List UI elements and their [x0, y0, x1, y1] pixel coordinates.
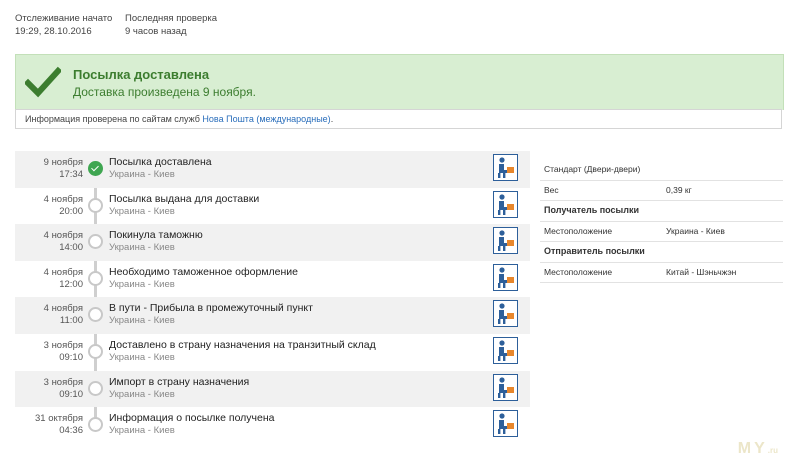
event-date: 4 ноября [43, 193, 83, 205]
event-location: Украина - Киев [109, 351, 175, 363]
details-key: Местоположение [544, 266, 613, 277]
courier-service-icon[interactable] [493, 190, 518, 218]
details-key: Отправитель посылки [544, 246, 645, 256]
event-status: Покинула таможню [109, 229, 203, 242]
timeline-event: 4 ноября 14:00 Покинула таможню Украина - К… [15, 224, 530, 261]
event-time: 09:10 [59, 351, 83, 363]
verification-suffix: . [330, 114, 334, 124]
event-datetime: 3 ноября 09:10 [44, 340, 83, 364]
event-time: 17:34 [59, 169, 83, 180]
details-section-heading: Получатель посылки [540, 201, 783, 222]
event-location: Украина - Киев [109, 425, 175, 437]
event-location: Украина - Киев [109, 315, 175, 327]
event-datetime: 4 ноября 12:00 [44, 267, 83, 291]
event-date: 9 ноября [43, 157, 83, 168]
timeline-dot-icon [88, 307, 103, 323]
timeline-event: 3 ноября 09:10 Импорт в страну назначения У… [15, 370, 530, 408]
details-key: Стандарт (Двери-двери) [544, 164, 641, 174]
timeline-dot-icon [88, 270, 103, 286]
timeline-dot-icon [88, 417, 103, 433]
event-datetime: 4 ноября 11:00 [44, 303, 83, 327]
details-row: Вес 0,39 кг [540, 181, 783, 201]
tracking-timeline: 9 ноября 17:34 Посылка доставлена Украина -… [15, 151, 530, 444]
last-check-label: Последняя проверка [125, 13, 218, 24]
event-time: 14:00 [59, 242, 83, 254]
delivery-status-banner: Посылка доставлена Доставка произведена … [15, 54, 784, 110]
banner-subtitle: Доставка произведена 9 ноября. [73, 85, 256, 99]
last-check-value: 9 часов назад [125, 26, 187, 37]
event-datetime: 4 ноября 14:00 [44, 230, 83, 254]
event-location: Украина - Киев [109, 205, 175, 217]
courier-service-icon[interactable] [493, 336, 518, 364]
event-time: 12:00 [59, 278, 83, 290]
courier-service-icon[interactable] [493, 410, 518, 438]
details-value: Китай - Шэньчжэн [666, 266, 737, 277]
tracking-started-label: Отслеживание начато [15, 13, 113, 24]
details-key: Получатель посылки [544, 205, 640, 215]
timeline-dot-icon [88, 197, 103, 213]
timeline-dot-icon [88, 343, 103, 359]
parcel-details: Стандарт (Двери-двери) Вес 0,39 кг Получате… [540, 160, 783, 283]
timeline-dot-icon [88, 161, 103, 176]
timeline-event: 31 октября 04:36 Информация о посылке полу… [15, 407, 530, 444]
verification-info: Информация проверена по сайтам служб Нов… [15, 109, 782, 129]
event-date: 31 октября [34, 413, 83, 425]
details-value: 0,39 кг [666, 184, 692, 195]
event-status: В пути - Прибыла в промежуточный пункт [109, 302, 313, 315]
courier-service-icon[interactable] [493, 263, 518, 291]
event-time: 04:36 [59, 425, 83, 437]
event-location: Украина - Киев [109, 388, 175, 400]
event-time: 09:10 [59, 388, 83, 400]
event-date: 4 ноября [43, 266, 83, 278]
timeline-dot-icon [88, 380, 103, 396]
event-time: 20:00 [59, 205, 83, 217]
details-key: Местоположение [544, 225, 613, 236]
service-link[interactable]: Нова Пошта (международные) [202, 114, 330, 124]
courier-service-icon[interactable] [493, 373, 518, 401]
verification-prefix: Информация проверена по сайтам служб [25, 114, 203, 124]
event-status: Посылка доставлена [109, 156, 212, 168]
details-value: Украина - Киев [666, 225, 725, 236]
timeline-dot-icon [88, 234, 103, 250]
details-row: Местоположение Китай - Шэньчжэн [540, 263, 783, 283]
timeline-event: 4 ноября 11:00 В пути - Прибыла в промежут… [15, 297, 530, 334]
event-date: 3 ноября [43, 339, 83, 351]
courier-service-icon[interactable] [493, 227, 518, 255]
event-date: 3 ноября [43, 376, 83, 388]
checkmark-icon [25, 66, 61, 98]
watermark-suffix: .ru [767, 446, 778, 455]
event-datetime: 4 ноября 20:00 [44, 194, 83, 218]
event-status: Импорт в страну назначения [109, 375, 250, 388]
details-key: Вес [544, 184, 559, 195]
timeline-event: 9 ноября 17:34 Посылка доставлена Украина -… [15, 151, 530, 188]
event-status: Посылка выдана для доставки [109, 192, 260, 205]
event-status: Информация о посылке получена [109, 412, 275, 425]
event-location: Украина - Киев [109, 242, 175, 254]
details-row: Стандарт (Двери-двери) [540, 160, 783, 181]
event-date: 4 ноября [43, 230, 83, 242]
last-check: Последняя проверка 9 часов назад [125, 12, 217, 38]
courier-service-icon[interactable] [493, 300, 518, 328]
event-status: Необходимо таможенное оформление [109, 265, 299, 278]
timeline-event: 4 ноября 20:00 Посылка выдана для доставки… [15, 188, 530, 225]
tracking-started: Отслеживание начато 19:29, 28.10.2016 [15, 12, 112, 38]
timeline-event: 3 ноября 09:10 Доставлено в страну назначе… [15, 334, 530, 371]
event-status: Доставлено в страну назначения на транзи… [109, 338, 376, 351]
courier-service-icon[interactable] [493, 154, 518, 181]
details-row: Местоположение Украина - Киев [540, 222, 783, 242]
event-time: 11:00 [59, 315, 83, 327]
event-datetime: 3 ноября 09:10 [44, 377, 83, 401]
event-date: 4 ноября [43, 303, 83, 315]
event-location: Украина - Киев [109, 169, 175, 180]
watermark: MY.ru [738, 440, 778, 458]
banner-title: Посылка доставлена [73, 67, 210, 82]
tracking-started-value: 19:29, 28.10.2016 [15, 26, 92, 37]
event-datetime: 31 октября 04:36 [35, 413, 83, 437]
event-location: Украина - Киев [109, 278, 175, 290]
timeline-event: 4 ноября 12:00 Необходимо таможенное оформ… [15, 261, 530, 298]
watermark-main: MY [737, 440, 768, 457]
details-section-heading: Отправитель посылки [540, 242, 783, 263]
event-datetime: 9 ноября 17:34 [44, 157, 83, 181]
